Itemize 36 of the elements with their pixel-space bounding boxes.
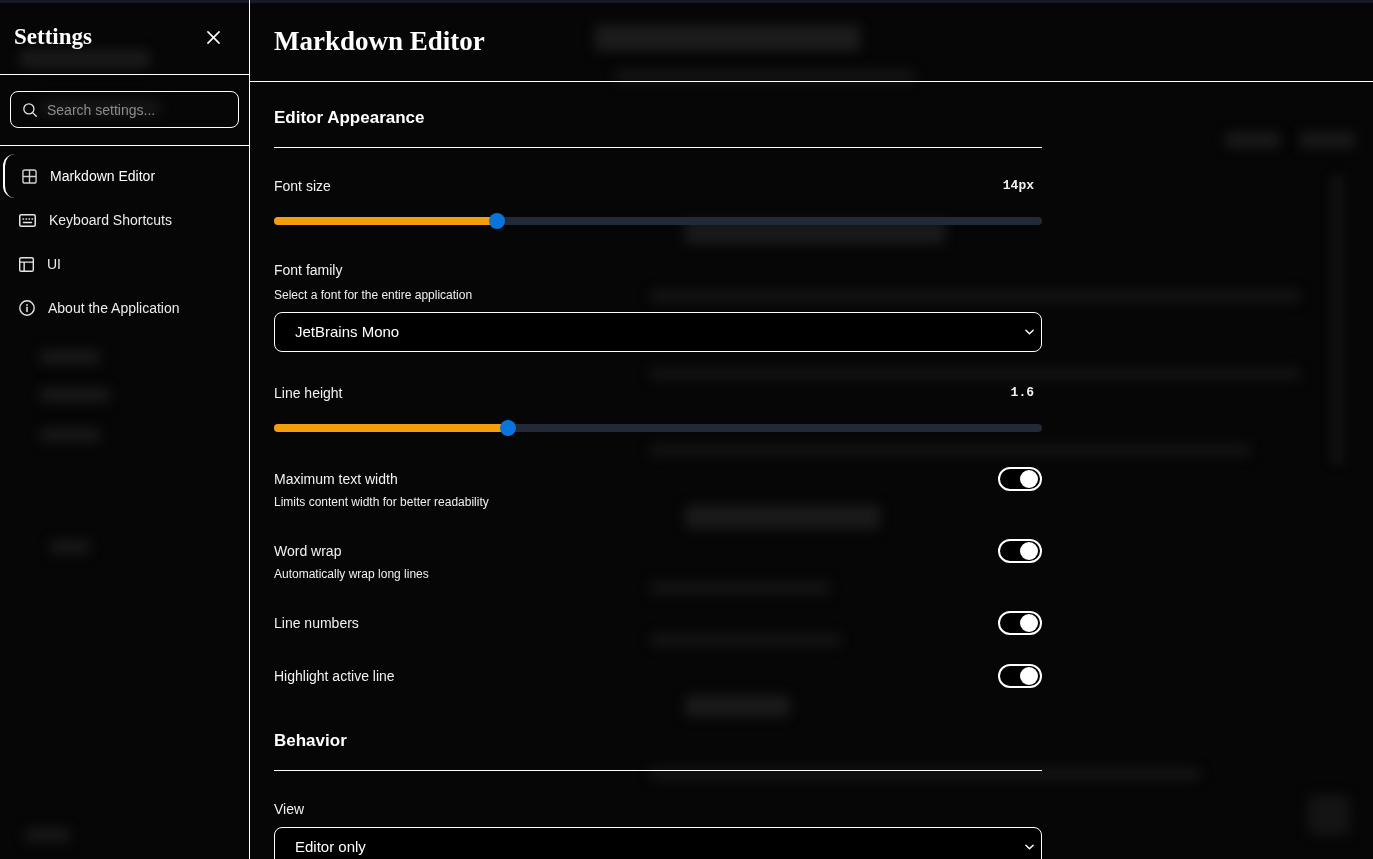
sidebar-item[interactable]: UI — [3, 242, 249, 286]
sidebar-item[interactable]: About the Application — [3, 286, 249, 330]
section-heading: Behavior — [274, 729, 1042, 771]
section-heading: Editor Appearance — [274, 106, 1042, 148]
value-reading: 1.6 — [1010, 384, 1035, 403]
keyboard-icon — [19, 213, 36, 227]
value-reading: 14px — [1002, 177, 1035, 196]
setting-label: Line numbers — [274, 614, 359, 633]
setting-description: Select a font for the entire application — [274, 287, 474, 303]
toggle-switch[interactable] — [998, 664, 1042, 688]
sidebar-item[interactable]: Markdown Editor — [3, 154, 249, 198]
setting-label: Maximum text width — [274, 470, 398, 489]
setting-label: Font size — [274, 177, 331, 196]
setting-label: Line height — [274, 384, 343, 403]
page-title: Markdown Editor — [274, 24, 485, 57]
setting-description: Automatically wrap long lines — [274, 566, 430, 582]
close-icon — [206, 30, 220, 44]
setting-label: Highlight active line — [274, 667, 395, 686]
toggle-switch[interactable] — [998, 611, 1042, 635]
setting-description: Limits content width for better readability — [274, 494, 490, 510]
search-field[interactable]: Search settings... — [10, 91, 239, 128]
chevron-down-icon — [1025, 329, 1034, 335]
setting-label: Font family — [274, 261, 344, 280]
sidebar-item[interactable]: Keyboard Shortcuts — [3, 198, 249, 242]
sidebar-title: Settings — [14, 23, 92, 51]
dropdown-select[interactable]: Editor only — [274, 827, 1042, 859]
search-icon — [23, 103, 37, 117]
dropdown-select[interactable]: JetBrains Mono — [274, 312, 1042, 352]
chevron-down-icon — [1025, 844, 1034, 850]
setting-label: Word wrap — [274, 542, 342, 561]
info-icon — [19, 300, 35, 316]
toggle-switch[interactable] — [998, 467, 1042, 491]
layout-icon — [19, 256, 34, 272]
toggle-switch[interactable] — [998, 539, 1042, 563]
setting-label: View — [274, 800, 306, 819]
grid-icon — [22, 168, 37, 184]
